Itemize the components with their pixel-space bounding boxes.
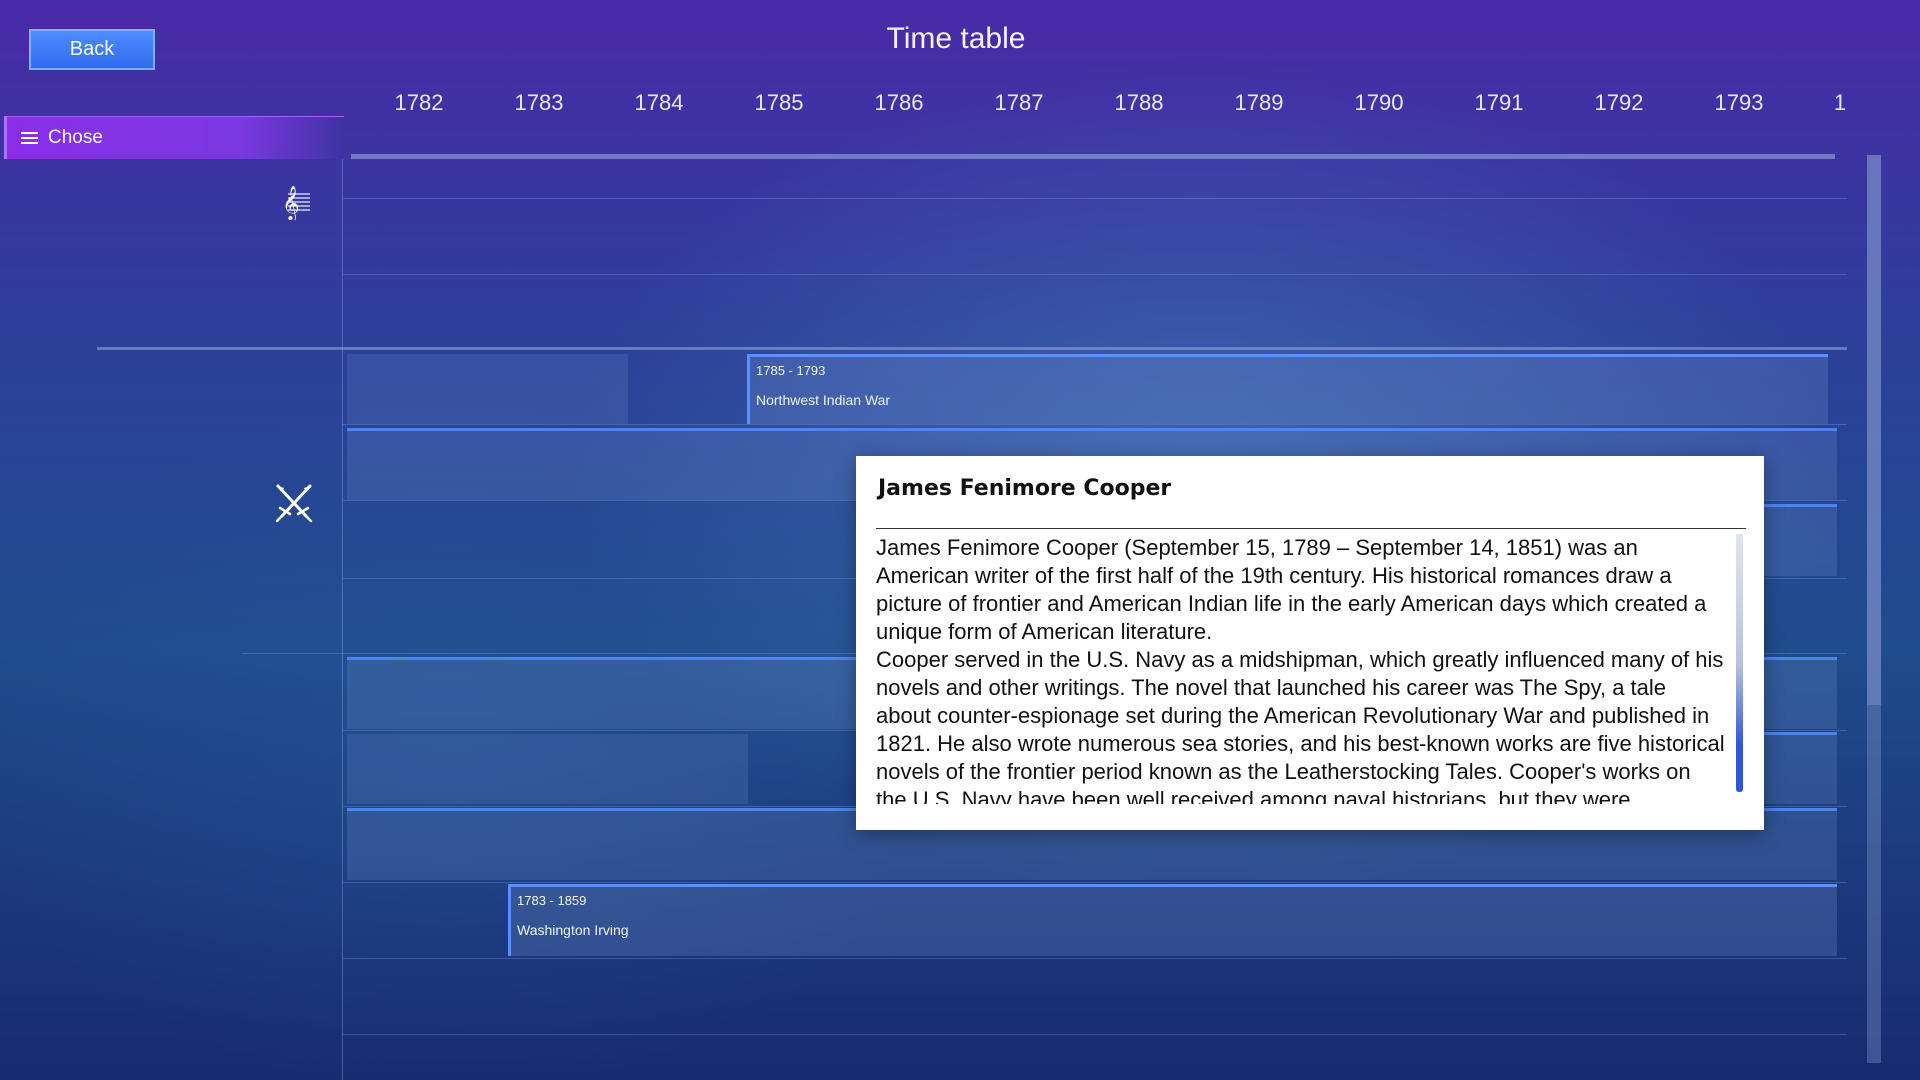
timeline-event-northwest-indian-war[interactable]: 1785 - 1793 Northwest Indian War — [747, 354, 1828, 424]
timeline-scrollbar-thumb[interactable] — [1867, 155, 1881, 705]
grid-row-line — [343, 198, 1847, 199]
grid-row-line — [343, 274, 1847, 275]
grid-row-line — [343, 424, 1847, 425]
timeline-bar[interactable] — [1760, 504, 1837, 576]
crossed-swords-icon[interactable] — [274, 482, 314, 524]
popup-scrollbar-thumb[interactable] — [1736, 534, 1743, 792]
timeline-axis-bar — [351, 154, 1835, 159]
year-label: 1785 — [754, 90, 804, 115]
year-label: 1790 — [1354, 90, 1404, 115]
grid-left-border — [342, 159, 343, 1080]
chose-menu-button[interactable]: Chose — [4, 116, 344, 159]
info-popup[interactable]: James Fenimore Cooper James Fenimore Coo… — [856, 456, 1764, 830]
timeline-bar[interactable] — [347, 354, 628, 424]
event-years: 1783 - 1859 — [517, 893, 587, 908]
year-label: 1791 — [1474, 90, 1524, 115]
timeline-bar[interactable] — [347, 734, 748, 804]
chose-menu-label: Chose — [48, 127, 103, 148]
popup-title: James Fenimore Cooper — [878, 476, 1172, 501]
timeline-event-washington-irving[interactable]: 1783 - 1859 Washington Irving — [508, 884, 1837, 956]
year-label: 1 — [1833, 90, 1847, 115]
svg-text:𝄞: 𝄞 — [282, 186, 300, 220]
year-label: 1787 — [994, 90, 1044, 115]
year-label: 1789 — [1234, 90, 1284, 115]
event-name: Northwest Indian War — [756, 392, 891, 408]
popup-body-text: James Fenimore Cooper (September 15, 178… — [876, 535, 1725, 804]
year-label: 1784 — [634, 90, 684, 115]
year-label: 1782 — [394, 90, 444, 115]
grid-row-line — [343, 882, 1847, 883]
grid-row-line — [343, 1034, 1847, 1035]
treble-clef-icon[interactable]: 𝄞 — [274, 180, 314, 222]
timeline-bar[interactable] — [1760, 732, 1837, 804]
hamburger-icon — [21, 129, 38, 147]
popup-divider — [876, 528, 1746, 529]
page-title: Time table — [886, 22, 1026, 55]
year-label: 1788 — [1114, 90, 1164, 115]
year-label: 1786 — [874, 90, 924, 115]
category-separator — [97, 347, 1847, 350]
event-name: Washington Irving — [517, 922, 629, 938]
year-label: 1792 — [1594, 90, 1644, 115]
event-years: 1785 - 1793 — [756, 363, 826, 378]
grid-row-line — [343, 958, 1847, 959]
year-label: 1783 — [514, 90, 564, 115]
